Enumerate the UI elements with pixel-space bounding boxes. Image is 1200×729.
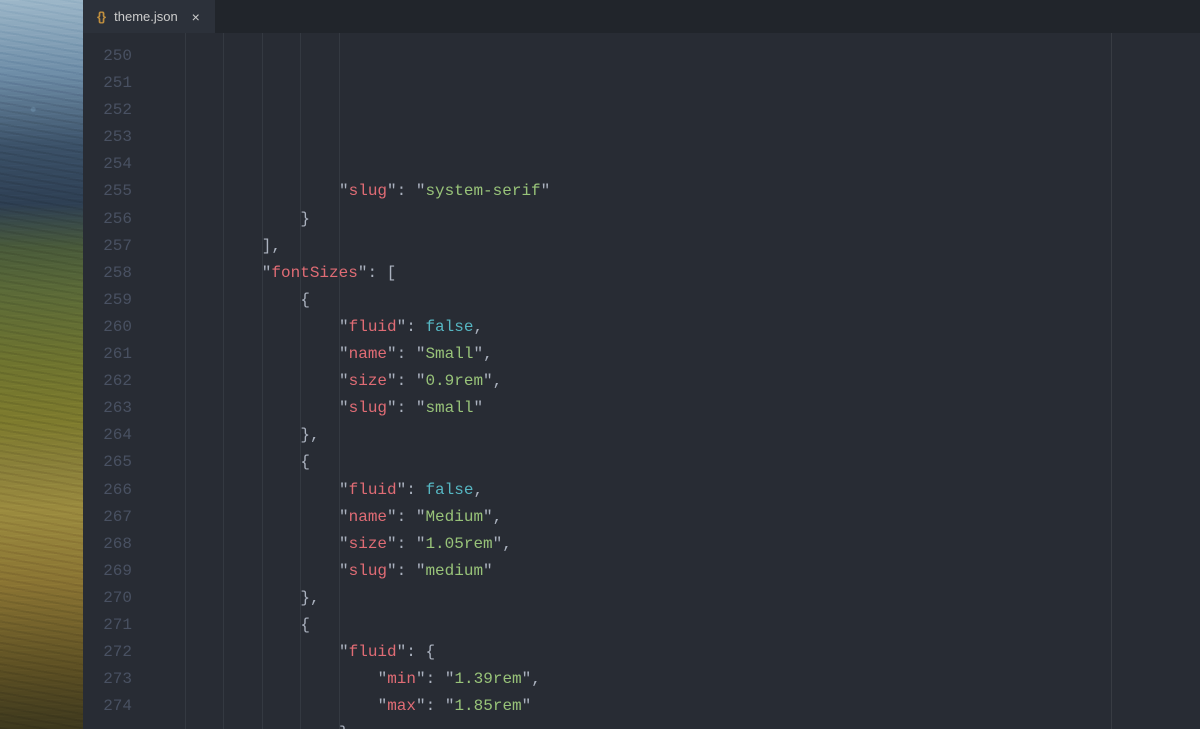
code-line[interactable]: {	[146, 612, 1200, 639]
line-number: 258	[83, 260, 132, 287]
line-number: 272	[83, 639, 132, 666]
code-pane: 2502512522532542552562572582592602612622…	[83, 33, 1200, 729]
code-line[interactable]: "name": "Small",	[146, 341, 1200, 368]
close-tab-button[interactable]: ×	[187, 8, 205, 26]
line-number: 255	[83, 178, 132, 205]
editor-ruler	[1111, 33, 1112, 729]
line-number: 269	[83, 558, 132, 585]
code-line[interactable]: "fontSizes": [	[146, 260, 1200, 287]
code-line[interactable]: "name": "Medium",	[146, 504, 1200, 531]
code-line[interactable]: "slug": "small"	[146, 395, 1200, 422]
editor-window: {} theme.json × 250251252253254255256257…	[83, 0, 1200, 729]
line-number: 262	[83, 368, 132, 395]
line-number: 271	[83, 612, 132, 639]
indent-guide	[262, 33, 263, 729]
code-line[interactable]: {	[146, 287, 1200, 314]
code-line[interactable]: ],	[146, 233, 1200, 260]
line-number: 264	[83, 422, 132, 449]
indent-guide	[185, 33, 186, 729]
indent-guide	[223, 33, 224, 729]
tab-bar-empty-area[interactable]	[215, 0, 1200, 33]
line-number: 273	[83, 666, 132, 693]
tab-filename-label: theme.json	[114, 9, 178, 24]
source-editor[interactable]: "slug": "system-serif"}],"fontSizes": [{…	[146, 33, 1200, 729]
code-line[interactable]: "size": "0.9rem",	[146, 368, 1200, 395]
line-number: 252	[83, 97, 132, 124]
code-line[interactable]: "slug": "medium"	[146, 558, 1200, 585]
line-number: 253	[83, 124, 132, 151]
indent-guide	[300, 33, 301, 729]
line-number: 268	[83, 531, 132, 558]
line-number: 251	[83, 70, 132, 97]
line-number: 267	[83, 504, 132, 531]
line-number-gutter: 2502512522532542552562572582592602612622…	[83, 33, 146, 729]
json-file-icon: {}	[97, 9, 105, 24]
line-number: 257	[83, 233, 132, 260]
code-line[interactable]: {	[146, 449, 1200, 476]
code-line[interactable]: },	[146, 585, 1200, 612]
code-line[interactable]: "min": "1.39rem",	[146, 666, 1200, 693]
desktop-wallpaper-strip	[0, 0, 83, 729]
line-number: 250	[83, 43, 132, 70]
line-number: 274	[83, 693, 132, 720]
code-line[interactable]: "max": "1.85rem"	[146, 693, 1200, 720]
line-number: 265	[83, 449, 132, 476]
code-line[interactable]: "slug": "system-serif"	[146, 178, 1200, 205]
code-line[interactable]: "fluid": {	[146, 639, 1200, 666]
code-line[interactable]: },	[146, 422, 1200, 449]
code-line[interactable]: }	[146, 206, 1200, 233]
code-line[interactable]: "size": "1.05rem",	[146, 531, 1200, 558]
code-line[interactable]: "fluid": false,	[146, 314, 1200, 341]
line-number: 263	[83, 395, 132, 422]
line-number: 254	[83, 151, 132, 178]
editor-tab-bar: {} theme.json ×	[83, 0, 1200, 33]
line-number: 260	[83, 314, 132, 341]
line-number: 256	[83, 206, 132, 233]
code-line[interactable]: "fluid": false,	[146, 477, 1200, 504]
file-tab-theme-json[interactable]: {} theme.json ×	[83, 0, 215, 33]
line-number: 270	[83, 585, 132, 612]
line-number: 261	[83, 341, 132, 368]
indent-guide	[339, 33, 340, 729]
line-number: 259	[83, 287, 132, 314]
line-number: 266	[83, 477, 132, 504]
code-line[interactable]: },	[146, 720, 1200, 729]
